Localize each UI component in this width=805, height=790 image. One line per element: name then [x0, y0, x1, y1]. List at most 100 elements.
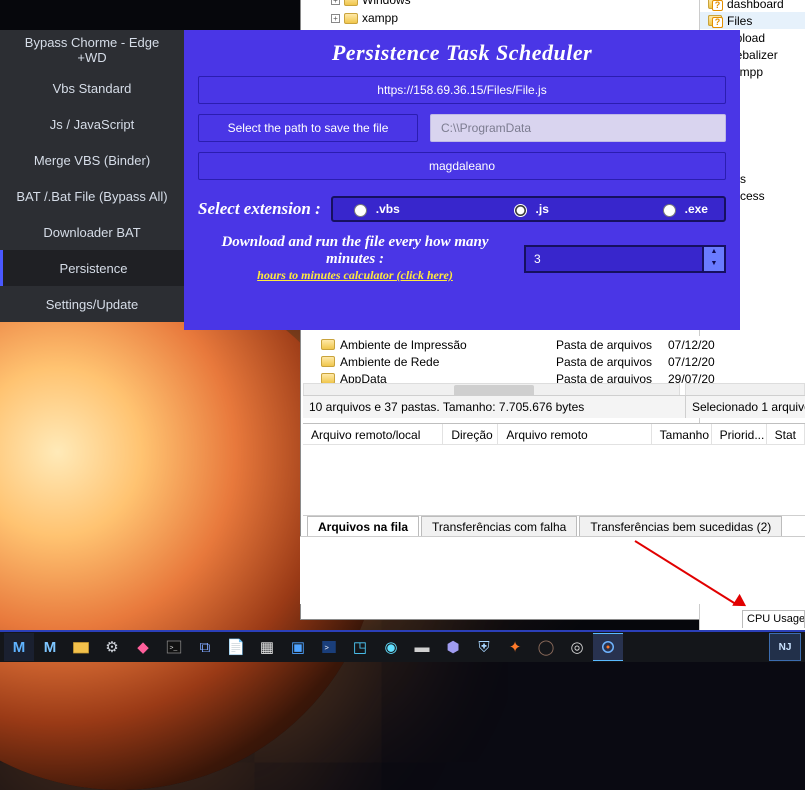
tab-queue[interactable]: Arquivos na fila	[307, 516, 419, 537]
taskbar-nj-icon[interactable]: NJ	[769, 633, 801, 661]
sidebar-item-js[interactable]: Js / JavaScript	[0, 106, 184, 142]
taskbar-app-icon[interactable]: ▣	[283, 633, 313, 661]
table-row[interactable]: Ambiente de Rede Pasta de arquivos07/12/2…	[303, 353, 805, 370]
taskbar-app-icon[interactable]: ▬	[407, 633, 437, 661]
taskbar: M M ⚙ ◆ >_ ⧉ 📄 ▦ ▣ > ◳ ◉ ▬ ⬢ ⛨ ✦ ◯ ◎ NJ	[0, 630, 805, 662]
col-header[interactable]: Arquivo remoto	[498, 424, 651, 444]
sidebar-item-merge[interactable]: Merge VBS (Binder)	[0, 142, 184, 178]
text-frag: cess	[733, 189, 805, 206]
tab-failed[interactable]: Transferências com falha	[421, 516, 577, 537]
taskbar-app-icon[interactable]: ◉	[376, 633, 406, 661]
transfer-body	[303, 445, 805, 515]
svg-text:>_: >_	[170, 644, 178, 651]
taskbar-app-icon[interactable]: M	[4, 633, 34, 661]
taskbar-app-icon[interactable]: ◳	[345, 633, 375, 661]
spinner-down-icon[interactable]: ▼	[704, 259, 724, 271]
tree-node[interactable]: + Windows	[331, 0, 411, 9]
col-header[interactable]: Direção	[443, 424, 498, 444]
col-header[interactable]: Tamanho	[652, 424, 712, 444]
taskbar-gear-icon[interactable]: ⚙	[97, 633, 127, 661]
sidebar-item-bypass[interactable]: Bypass Chorme - Edge +WD	[0, 30, 184, 70]
taskbar-shield-icon[interactable]: ⛨	[469, 633, 499, 661]
panel-title: Persistence Task Scheduler	[198, 40, 726, 66]
radio-js[interactable]: .js	[509, 201, 549, 217]
col-header[interactable]: Priorid...	[712, 424, 767, 444]
expand-icon[interactable]: +	[331, 0, 340, 5]
taskbar-app-icon[interactable]: ⧉	[190, 633, 220, 661]
transfer-columns: Arquivo remoto/local Direção Arquivo rem…	[303, 423, 805, 445]
sidebar-item-label: BAT /.Bat File (Bypass All)	[16, 189, 167, 204]
folder-icon	[321, 356, 335, 367]
cell-name: Ambiente de Impressão	[340, 338, 467, 352]
sidebar-item-settings[interactable]: Settings/Update	[0, 286, 184, 322]
cell-type: Pasta de arquivos	[556, 355, 668, 369]
select-path-button[interactable]: Select the path to save the file	[198, 114, 418, 142]
folder-icon	[708, 15, 722, 26]
radio-label: .vbs	[376, 202, 400, 216]
path-display: C:\\ProgramData	[430, 114, 726, 142]
col-header[interactable]: Arquivo remoto/local	[303, 424, 443, 444]
tree-label: Windows	[362, 0, 411, 7]
minutes-spinner: ▲ ▼	[524, 245, 726, 273]
radio-exe[interactable]: .exe	[658, 201, 708, 217]
background-right-frag: s cess	[733, 172, 805, 206]
sidebar-item-label: Bypass Chorme - Edge	[25, 35, 159, 50]
taskbar-app-icon[interactable]: ⬢	[438, 633, 468, 661]
persistence-panel: Persistence Task Scheduler Select the pa…	[184, 30, 740, 330]
folder-icon	[344, 0, 358, 6]
interval-label: Download and run the file every how many…	[198, 234, 512, 283]
col-header[interactable]: Stat	[767, 424, 805, 444]
tree-node[interactable]: + xampp	[331, 9, 411, 27]
list-label: Files	[727, 14, 752, 28]
list-label: dashboard	[727, 0, 784, 11]
taskbar-app-icon[interactable]	[593, 633, 623, 661]
radio-input[interactable]	[514, 204, 527, 217]
calculator-link[interactable]: hours to minutes calculator (click here)	[198, 268, 512, 283]
sidebar-item-bat[interactable]: BAT /.Bat File (Bypass All)	[0, 178, 184, 214]
cell-date: 07/12/20	[668, 355, 736, 369]
radio-input[interactable]	[663, 204, 676, 217]
taskbar-app-icon[interactable]: ◎	[562, 633, 592, 661]
taskbar-cmd-icon[interactable]: >_	[159, 633, 189, 661]
extension-selector: .vbs .js .exe	[331, 196, 726, 222]
tab-success[interactable]: Transferências bem sucedidas (2)	[579, 516, 782, 537]
interval-text: Download and run the file every how many…	[221, 234, 488, 267]
taskbar-explorer-icon[interactable]	[66, 633, 96, 661]
url-input[interactable]	[198, 76, 726, 104]
radio-input[interactable]	[354, 204, 367, 217]
taskbar-app-icon[interactable]: ◆	[128, 633, 158, 661]
taskbar-app-icon[interactable]: ◯	[531, 633, 561, 661]
cell-type: Pasta de arquivos	[556, 338, 668, 352]
text-frag: s	[733, 172, 805, 189]
cpu-usage-label: CPU Usage:	[742, 610, 805, 628]
sidebar-item-downloader[interactable]: Downloader BAT	[0, 214, 184, 250]
status-bar-selection: Selecionado 1 arquivo. Tar	[685, 395, 805, 418]
folder-tree: + Windows + xampp	[331, 0, 411, 27]
background-gap	[300, 536, 805, 604]
table-row[interactable]: Ambiente de ImpressãoPasta de arquivos07…	[303, 336, 805, 353]
radio-label: .exe	[685, 202, 708, 216]
taskbar-app-icon[interactable]: M	[35, 633, 65, 661]
minutes-input[interactable]	[524, 245, 704, 273]
radio-vbs[interactable]: .vbs	[349, 201, 400, 217]
taskbar-app-icon[interactable]: ▦	[252, 633, 282, 661]
list-item[interactable]: dashboard	[700, 0, 805, 12]
tree-label: xampp	[362, 11, 398, 25]
taskbar-app-icon[interactable]: ✦	[500, 633, 530, 661]
sidebar-item-persistence[interactable]: Persistence	[0, 250, 184, 286]
folder-icon	[321, 339, 335, 350]
sidebar-item-label: Js / JavaScript	[50, 117, 135, 132]
extension-label: Select extension :	[198, 199, 321, 219]
sidebar-item-vbs[interactable]: Vbs Standard	[0, 70, 184, 106]
taskbar-powershell-icon[interactable]: >	[314, 633, 344, 661]
taskbar-app-icon[interactable]: 📄	[221, 633, 251, 661]
folder-icon	[344, 13, 358, 24]
sidebar-item-label: Persistence	[60, 261, 128, 276]
cell-name: Ambiente de Rede	[340, 355, 439, 369]
sidebar-item-label: +WD	[77, 50, 106, 65]
file-list: Ambiente de Impressão Pasta de arquivos07…	[303, 336, 805, 387]
spinner-up-icon[interactable]: ▲	[704, 247, 724, 259]
expand-icon[interactable]: +	[331, 14, 340, 23]
task-name-input[interactable]	[198, 152, 726, 180]
radio-label: .js	[536, 202, 549, 216]
